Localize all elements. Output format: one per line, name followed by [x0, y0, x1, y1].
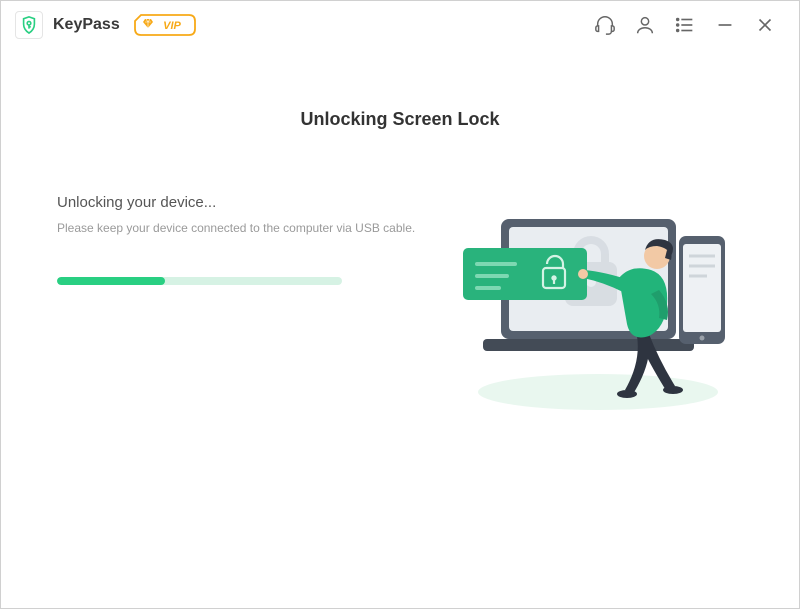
app-window: KeyPass VIP [0, 0, 800, 609]
content-row: Unlocking your device... Please keep you… [57, 194, 743, 414]
notification-card-icon [463, 248, 587, 300]
support-button[interactable] [591, 11, 619, 39]
status-heading: Unlocking your device... [57, 194, 423, 211]
illustration-container [443, 194, 743, 414]
vip-badge[interactable]: VIP [134, 14, 198, 36]
close-button[interactable] [751, 11, 779, 39]
main-content: Unlocking Screen Lock Unlocking your dev… [1, 49, 799, 608]
left-column: Unlocking your device... Please keep you… [57, 194, 423, 285]
app-name: KeyPass [53, 16, 120, 34]
page-title: Unlocking Screen Lock [57, 109, 743, 130]
app-logo [15, 11, 43, 39]
unlock-illustration [443, 194, 743, 414]
titlebar-buttons [591, 11, 779, 39]
minimize-icon [714, 14, 736, 36]
menu-button[interactable] [671, 11, 699, 39]
progress-fill [57, 277, 165, 285]
menu-list-icon [674, 14, 696, 36]
user-icon [634, 14, 656, 36]
progress-bar [57, 277, 342, 285]
account-button[interactable] [631, 11, 659, 39]
close-icon [754, 14, 776, 36]
ground-shadow-icon [478, 374, 718, 410]
instruction-text: Please keep your device connected to the… [57, 221, 423, 235]
titlebar: KeyPass VIP [1, 1, 799, 49]
vip-label: VIP [163, 20, 181, 32]
minimize-button[interactable] [711, 11, 739, 39]
headset-icon [594, 14, 616, 36]
phone-icon [679, 236, 725, 344]
vip-diamond-icon: VIP [134, 14, 196, 36]
keypass-logo-icon [21, 16, 37, 34]
